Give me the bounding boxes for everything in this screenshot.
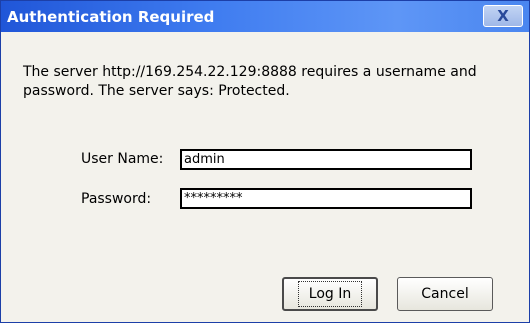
password-label: Password: — [81, 191, 152, 207]
dialog-title: Authentication Required — [7, 8, 215, 26]
username-label: User Name: — [81, 151, 164, 167]
cancel-button[interactable]: Cancel — [397, 277, 493, 311]
login-button-label: Log In — [297, 281, 363, 307]
title-bar[interactable]: Authentication Required X — [1, 1, 529, 32]
password-input[interactable] — [180, 188, 472, 209]
close-button[interactable]: X — [483, 5, 523, 27]
close-icon: X — [497, 7, 509, 25]
auth-dialog: Authentication Required X The server htt… — [0, 0, 530, 323]
cancel-button-label: Cancel — [421, 286, 469, 302]
username-input[interactable] — [180, 149, 472, 170]
auth-message: The server http://169.254.22.129:8888 re… — [23, 64, 477, 99]
login-button[interactable]: Log In — [282, 277, 378, 311]
